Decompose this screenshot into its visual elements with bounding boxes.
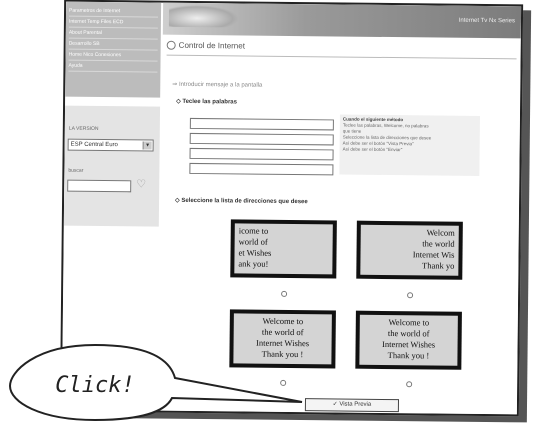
card-text: Welcom the world Internet Wis Thank yo — [360, 224, 459, 276]
card-line: Thank you ! — [261, 348, 304, 360]
message-card-3[interactable]: Welcome to the world of Internet Wishes … — [229, 309, 336, 369]
card-text: Welcome to the world of Internet Wishes … — [233, 313, 332, 365]
word-input-4[interactable] — [189, 162, 334, 176]
message-card-4[interactable]: Welcome to the world of Internet Wishes … — [355, 310, 462, 370]
words-heading-text: Teclee las palabras — [182, 98, 238, 106]
word-input-3[interactable] — [189, 147, 334, 161]
nav-item[interactable]: About Parental — [68, 27, 158, 40]
card-line: ank you! — [238, 258, 269, 269]
word-input-1[interactable] — [189, 117, 334, 131]
browser-screenshot: Parametros de Internet Internet Temp Fil… — [59, 0, 524, 417]
list-heading-text: Seleccione la lista de direcciones que d… — [181, 197, 308, 206]
card-4-radio[interactable] — [406, 381, 413, 388]
card-text: icome to world of et Wishes ank you! — [234, 223, 333, 275]
nav-item[interactable]: Desarrollo SB — [68, 38, 158, 51]
banner-title: Internet Tv Nx Series — [458, 17, 515, 25]
nav-item[interactable]: Internet Temp Files ECD — [68, 16, 158, 29]
page-title: Control de Internet — [178, 40, 246, 51]
page-title-row: Control de Internet — [166, 40, 246, 51]
main-content: Internet Tv Nx Series Control de Interne… — [158, 2, 522, 415]
language-select[interactable]: ESP Central Euro ▼ — [67, 138, 154, 152]
card-line: Thank yo — [422, 260, 455, 271]
sidebar-panel: LA VERSION ESP Central Euro ▼ buscar ♡ — [63, 105, 161, 227]
nav-item[interactable]: Parametros de Internet — [68, 5, 159, 18]
card-1-radio[interactable] — [281, 290, 288, 297]
heart-icon[interactable]: ♡ — [136, 178, 148, 190]
instructions-box: Cuando el siguiente método Teclee las pa… — [339, 114, 480, 176]
sidebar: Parametros de Internet Internet Temp Fil… — [61, 1, 162, 411]
card-line: the world — [422, 238, 455, 249]
card-line: Internet Wis — [412, 249, 455, 260]
list-heading: ◇ Seleccione la lista de direcciones que… — [175, 197, 308, 205]
words-heading: ◇ Teclee las palabras — [176, 98, 237, 106]
brand-logo — [168, 4, 240, 28]
language-label: LA VERSION — [68, 125, 99, 132]
card-3-radio[interactable] — [280, 379, 287, 386]
step-heading-text: Introducir mensaje a la pantalla — [178, 81, 263, 89]
sidebar-nav: Parametros de Internet Internet Temp Fil… — [65, 1, 162, 98]
card-2-radio[interactable] — [407, 292, 414, 299]
nav-item[interactable]: Ayuda — [68, 60, 158, 73]
card-line: Welcom — [426, 227, 455, 238]
callout-text: Click! — [55, 373, 135, 398]
instruction-line: Así debe ser el botón "Enviar" — [342, 146, 403, 153]
word-input-2[interactable] — [189, 132, 334, 146]
message-card-1[interactable]: icome to world of et Wishes ank you! — [230, 219, 337, 279]
step-heading: ⇒ Introducir mensaje a la pantalla — [172, 81, 262, 89]
tutorial-figure: Parametros de Internet Internet Temp Fil… — [0, 0, 534, 427]
dropdown-arrow-icon[interactable]: ▼ — [142, 141, 152, 150]
card-text: Welcome to the world of Internet Wishes … — [359, 314, 458, 366]
globe-icon — [166, 40, 176, 50]
search-input[interactable] — [67, 179, 132, 193]
message-card-2[interactable]: Welcom the world Internet Wis Thank yo — [356, 220, 463, 280]
card-line: Thank you ! — [387, 350, 430, 361]
preview-button[interactable]: ✓ Vista Previa — [304, 398, 400, 413]
search-label: buscar — [68, 167, 84, 174]
header-banner: Internet Tv Nx Series — [162, 2, 522, 39]
language-value: ESP Central Euro — [70, 141, 118, 149]
nav-item[interactable]: Home Nico Conexiones — [68, 49, 158, 62]
divider — [166, 54, 517, 60]
card-line: Internet Wishes — [255, 337, 310, 349]
